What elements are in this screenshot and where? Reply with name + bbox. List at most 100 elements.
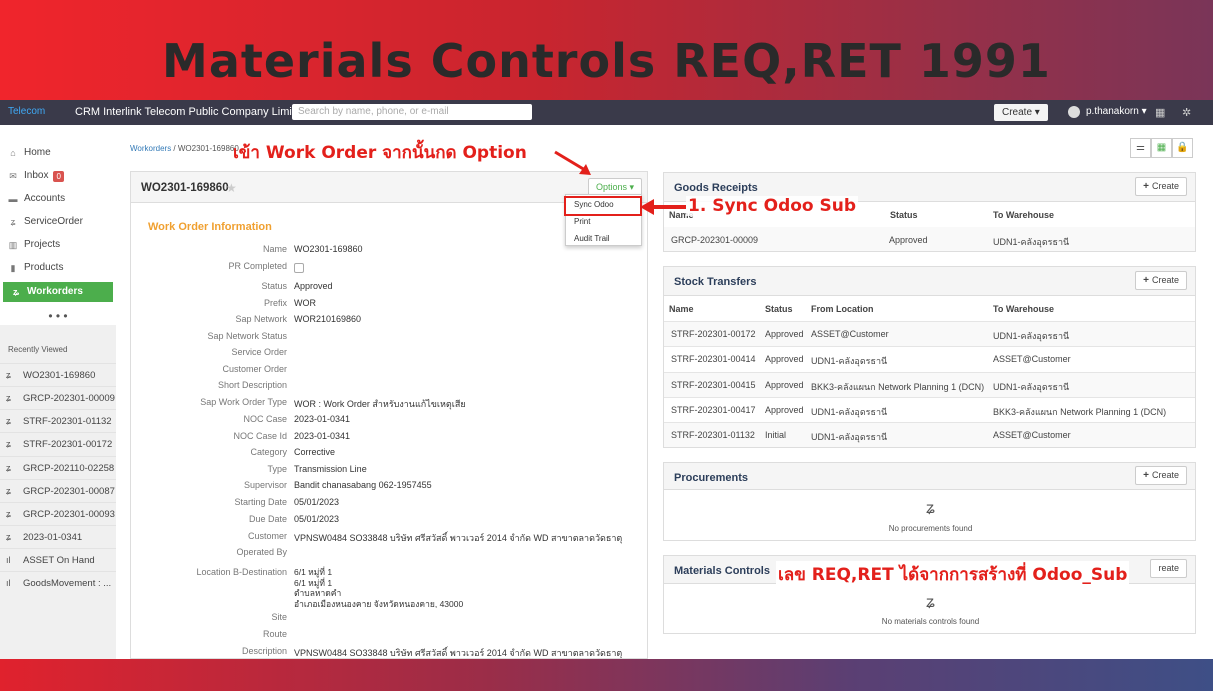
avatar[interactable]: [1068, 106, 1080, 118]
z-icon: ʑ: [6, 463, 11, 473]
menu-item-audit-trail[interactable]: Audit Trail: [566, 231, 641, 246]
search-input[interactable]: Search by name, phone, or e-mail: [292, 104, 532, 120]
z-icon: ʑ: [6, 416, 11, 426]
field-row: Status Approved: [131, 279, 647, 295]
field-label: Customer: [247, 531, 287, 541]
field-route: Route: [131, 627, 647, 643]
field-label: Starting Date: [234, 497, 287, 507]
z-icon: ʑ: [6, 370, 11, 380]
table-cell: UDN1-คลังอุดรธานี: [993, 381, 1070, 392]
recent-item[interactable]: ʑ GRCP-202301-00093: [0, 502, 116, 524]
create-label: Create: [1151, 275, 1179, 285]
breadcrumb-workorders-link[interactable]: Workorders: [130, 144, 171, 153]
bar-chart-icon: ıl: [6, 555, 11, 565]
table-cell[interactable]: STRF-202301-00415: [671, 380, 756, 390]
recent-item[interactable]: ʑ GRCP-202301-00087: [0, 479, 116, 501]
table-cell[interactable]: STRF-202301-00172: [671, 329, 756, 339]
table-cell[interactable]: STRF-202301-01132: [671, 430, 755, 440]
recent-item-label: ASSET On Hand: [23, 555, 95, 566]
field-value: 05/01/2023: [294, 514, 340, 524]
recent-item[interactable]: ʑ WO2301-169860: [0, 363, 116, 385]
recent-item[interactable]: ʑ GRCP-202110-02258: [0, 456, 116, 478]
create-menu-button[interactable]: Create ▾: [994, 104, 1048, 121]
sidebar-item-products[interactable]: ▮ Products: [0, 258, 116, 278]
field-label: Due Date: [248, 514, 287, 524]
field-label: Operated By: [236, 547, 287, 557]
company-logo[interactable]: Telecom: [8, 106, 45, 117]
table-cell[interactable]: STRF-202301-00417: [671, 405, 756, 415]
grid-view-icon[interactable]: ▦: [1151, 138, 1172, 158]
bar-chart-icon: ıl: [6, 578, 11, 588]
create-label: Create: [1151, 181, 1179, 191]
star-icon[interactable]: ★: [226, 181, 237, 195]
create-stock-transfer-button[interactable]: + Create: [1135, 271, 1187, 290]
table-cell[interactable]: STRF-202301-00414: [671, 354, 756, 364]
recent-item[interactable]: ʑ STRF-202301-01132: [0, 409, 116, 431]
sidebar-item-label: Accounts: [24, 193, 66, 204]
recent-item[interactable]: ʑ 2023-01-0341: [0, 525, 116, 547]
z-icon: ʑ: [6, 439, 11, 449]
sidebar-item-projects[interactable]: ▥ Projects: [0, 235, 116, 255]
table-row[interactable]: STRF-202301-01132 Initial UDN1-คลังอุดรธาน…: [664, 422, 1195, 447]
sidebar-item-home[interactable]: ⌂ Home: [0, 143, 116, 163]
recent-item[interactable]: ʑ GRCP-202301-00009: [0, 386, 116, 408]
table-cell: UDN1-คลังอุดรธานี: [993, 331, 1070, 341]
field-label: Site: [271, 612, 287, 622]
filter-icon[interactable]: ⚌: [1130, 138, 1151, 158]
table-cell: Initial: [765, 430, 787, 441]
empty-state-icon: ʑ: [926, 500, 935, 517]
location-line: อำเภอเมืองหนองคาย จังหวัดหนองคาย, 43000: [294, 598, 464, 609]
table-cell: ASSET@Customer: [993, 430, 1071, 441]
table-cell: Approved: [765, 404, 804, 415]
table-row[interactable]: GRCP-202301-00009 Approved UDN1-คลังอุดร…: [664, 227, 1195, 251]
menu-item-print[interactable]: Print: [566, 214, 641, 229]
create-goods-receipt-button[interactable]: + Create: [1135, 177, 1187, 196]
sidebar-item-workorders[interactable]: ʑ Workorders: [3, 282, 113, 302]
field-label: Prefix: [263, 298, 287, 308]
create-materials-control-button[interactable]: reate: [1150, 559, 1187, 578]
field-value: WOR : Work Order สำหรับงานแก้ไขเหตุเสีย: [294, 399, 466, 409]
pr-completed-checkbox[interactable]: [294, 263, 304, 273]
field-value: 05/01/2023: [294, 497, 340, 507]
column-header: Status: [890, 210, 918, 220]
field-label: Location B-Destination: [196, 567, 287, 577]
stock-transfers-panel: Stock Transfers + Create Name Status From…: [663, 266, 1196, 448]
annotation-sync-odoo-sub: 1. Sync Odoo Sub: [686, 196, 859, 216]
table-row[interactable]: STRF-202301-00172 Approved ASSET@Customer U…: [664, 321, 1195, 346]
more-menu[interactable]: • • •: [0, 309, 116, 323]
annotation-highlight-sync-odoo: [564, 196, 642, 216]
field-site: Site: [131, 610, 647, 626]
z-icon: ʑ: [10, 217, 16, 227]
recent-item[interactable]: ıl GoodsMovement : ...: [0, 571, 116, 593]
create-procurement-button[interactable]: + Create: [1135, 466, 1187, 485]
recent-item-label: GRCP-202110-02258: [23, 463, 115, 474]
sidebar-item-serviceorder[interactable]: ʑ ServiceOrder: [0, 212, 116, 232]
field-row: Type Transmission Line: [131, 462, 647, 478]
sidebar-item-label: Projects: [24, 239, 61, 250]
table-cell[interactable]: GRCP-202301-00009: [671, 235, 758, 245]
procurements-title: Procurements: [674, 472, 748, 484]
table-cell: UDN1-คลังอุดรธานี: [993, 237, 1070, 247]
field-label: Customer Order: [222, 364, 287, 374]
table-row[interactable]: STRF-202301-00415 Approved BKK3-คลังแผนก N…: [664, 371, 1195, 397]
user-menu[interactable]: p.thanakorn ▾: [1086, 106, 1147, 117]
recent-item[interactable]: ıl ASSET On Hand: [0, 548, 116, 570]
sidebar-item-inbox[interactable]: ✉ Inbox 0: [0, 166, 116, 186]
table-cell: ASSET@Customer: [993, 354, 1071, 365]
lock-icon[interactable]: 🔒: [1172, 138, 1193, 158]
field-row: NOC Case 2023-01-0341: [131, 412, 647, 428]
gear-icon[interactable]: ✲: [1182, 106, 1191, 119]
field-row: Customer Order: [131, 362, 647, 378]
box-icon: ▮: [10, 263, 16, 273]
sidebar-item-accounts[interactable]: ▬ Accounts: [0, 189, 116, 209]
sidebar-item-label: Inbox: [24, 170, 49, 181]
table-row[interactable]: STRF-202301-00414 Approved UDN1-คลังอุดรธา…: [664, 346, 1195, 372]
calendar-icon[interactable]: ▦: [1155, 106, 1165, 119]
location-line: 6/1 หมู่ที่ 1: [294, 567, 333, 577]
table-row[interactable]: STRF-202301-00417 Approved UDN1-คลังอุดรธา…: [664, 396, 1195, 422]
field-label: Name: [262, 244, 287, 254]
recent-item[interactable]: ʑ STRF-202301-00172: [0, 432, 116, 454]
view-toolbar: ⚌ ▦ 🔒: [1130, 138, 1193, 158]
field-row: Starting Date 05/01/2023: [131, 495, 647, 511]
create-label: reate: [1158, 563, 1179, 573]
